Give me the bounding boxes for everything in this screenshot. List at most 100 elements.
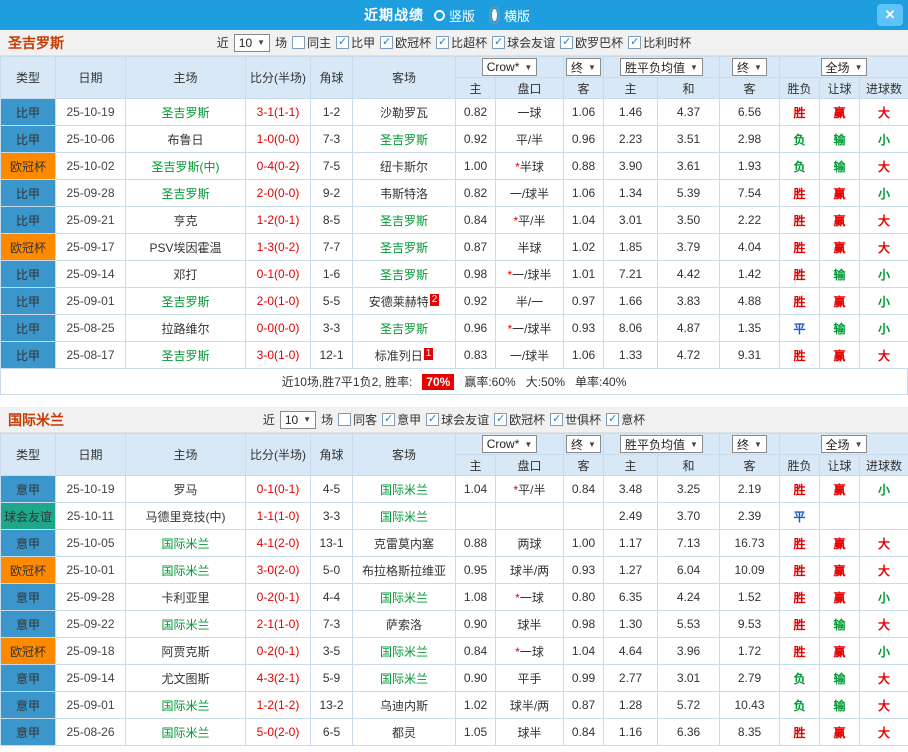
- section-2-header-select-3[interactable]: 终 ▼: [732, 435, 767, 453]
- away-team-cell: 克雷莫内塞: [352, 529, 456, 557]
- avg-draw-cell: 3.25: [657, 475, 720, 503]
- section-1-header-select-4[interactable]: 全场 ▼: [820, 58, 868, 76]
- section-2-filter-checkbox-0[interactable]: 同客: [338, 411, 377, 428]
- section-1-filter-checkbox-5[interactable]: ✓ 欧罗巴杯: [560, 34, 623, 51]
- avg-win-cell: 1.30: [603, 610, 658, 638]
- away-team-cell-name: 韦斯特洛: [379, 186, 428, 201]
- away-team-cell: 沙勒罗瓦: [352, 98, 456, 126]
- home-odds-cell: 0.90: [455, 610, 496, 638]
- section-1-sub-header-5: 客: [719, 77, 780, 99]
- avg-lose-cell: 2.98: [719, 125, 780, 153]
- section-2-header-bar: 国际米兰近 10 ▼ 场同客 ✓ 意甲 ✓ 球会友谊 ✓ 欧冠杯 ✓ 世俱杯 ✓ 意杯: [0, 407, 908, 433]
- section-2-filter-checkbox-3[interactable]: ✓ 欧冠杯: [494, 411, 545, 428]
- away-odds-cell: 0.96: [563, 125, 604, 153]
- section-2-filter-checkbox-4[interactable]: ✓ 世俱杯: [550, 411, 601, 428]
- table-row: 欧冠杯 25-10-01 国际米兰 3-0(2-0) 5-0 布拉格斯拉维亚 0.95 球半/…: [0, 556, 908, 584]
- section-1-filter-checkbox-1[interactable]: ✓ 比甲: [336, 34, 375, 51]
- home-odds-cell: 0.87: [455, 233, 496, 261]
- handicap-text: 一球: [519, 590, 544, 605]
- section-1-header-select-2[interactable]: 胜平负均值 ▼: [620, 58, 703, 76]
- score-cell: 0-2(0-1): [245, 637, 311, 665]
- handicap-cell: 平手: [495, 664, 564, 692]
- goals-result-cell: 小: [858, 637, 908, 665]
- avg-lose-cell: 6.56: [719, 98, 780, 126]
- section-2-header-select-1-chevron-down-icon: ▼: [588, 439, 596, 449]
- avg-win-cell: 1.33: [603, 341, 658, 369]
- corner-cell: 5-9: [310, 664, 353, 692]
- close-button[interactable]: ✕: [877, 4, 903, 26]
- radio-vertical[interactable]: 竖版: [433, 6, 475, 25]
- section-1-filter-checkbox-2[interactable]: ✓ 欧冠杯: [380, 34, 431, 51]
- section-2-filter-checkbox-0-checkbox-icon: [338, 413, 352, 426]
- table-row: 球会友谊 25-10-11 马德里竞技(中) 1-1(1-0) 3-3 国际米兰 2.49 3…: [0, 502, 908, 530]
- corner-cell: 7-3: [310, 125, 353, 153]
- avg-win-cell: 1.85: [603, 233, 658, 261]
- avg-lose-cell: 2.39: [719, 502, 780, 530]
- radio-horizontal-label: 横版: [504, 8, 531, 24]
- avg-draw-cell: 7.13: [657, 529, 720, 557]
- avg-draw-cell: 3.01: [657, 664, 720, 692]
- section-1-filter-checkbox-0[interactable]: 同主: [292, 34, 331, 51]
- table-row: 欧冠杯 25-10-02 圣吉罗斯(中) 0-4(0-2) 7-5 纽卡斯尔 1.00 *半球…: [0, 152, 908, 180]
- away-odds-cell: 0.99: [563, 664, 604, 692]
- section-1-header-bar: 圣吉罗斯近 10 ▼ 场同主 ✓ 比甲 ✓ 欧冠杯 ✓ 比超杯 ✓ 球会友谊 ✓ 欧罗巴杯 ✓ 比利时杯: [0, 30, 908, 56]
- handicap-cell: *平/半: [495, 206, 564, 234]
- away-team-cell-name: 国际米兰: [379, 509, 428, 524]
- home-team-cell: 圣吉罗斯: [125, 98, 246, 126]
- section-1-header-select-3[interactable]: 终 ▼: [732, 58, 767, 76]
- away-odds-cell: 1.04: [563, 637, 604, 665]
- section-2-header-select-1[interactable]: 终 ▼: [566, 435, 601, 453]
- section-1-filter-checkbox-3[interactable]: ✓ 比超杯: [436, 34, 487, 51]
- home-team-cell: PSV埃因霍温: [125, 233, 246, 261]
- section-2-select-header-3: 终 ▼: [719, 433, 780, 455]
- section-1-count-select[interactable]: 10 ▼: [233, 33, 271, 52]
- section-1-sub-header-2: 客: [563, 77, 604, 99]
- corner-cell: 13-1: [310, 529, 353, 557]
- section-2-col-header-2: 主场: [125, 433, 246, 476]
- section-1-header-select-1[interactable]: 终 ▼: [566, 58, 601, 76]
- section-2-filter-checkbox-1[interactable]: ✓ 意甲: [382, 411, 421, 428]
- handicap-result-cell: 赢: [819, 556, 860, 584]
- section-1-col-header-2: 主场: [125, 56, 246, 99]
- handicap-result-cell: 输: [819, 314, 860, 342]
- result-cell: 胜: [779, 637, 820, 665]
- section-1-sub-header-1: 盘口: [495, 77, 564, 99]
- section-1-sub-header-3: 主: [603, 77, 658, 99]
- home-team-cell-name: 国际米兰: [161, 617, 210, 632]
- away-team-cell: 国际米兰: [352, 502, 456, 530]
- section-1-header-select-0[interactable]: Crow* ▼: [481, 58, 538, 76]
- section-2-count-select[interactable]: 10 ▼: [279, 410, 317, 429]
- section-1-filter-checkbox-4[interactable]: ✓ 球会友谊: [492, 34, 555, 51]
- avg-draw-cell: 6.04: [657, 556, 720, 584]
- section-1-filter-checkbox-6[interactable]: ✓ 比利时杯: [628, 34, 691, 51]
- league-type-cell: 比甲: [0, 314, 56, 342]
- section-2-header-select-0[interactable]: Crow* ▼: [481, 435, 538, 453]
- corner-cell: 13-2: [310, 691, 353, 719]
- section-2-header-select-2[interactable]: 胜平负均值 ▼: [620, 435, 703, 453]
- away-team-cell: 国际米兰: [352, 475, 456, 503]
- avg-lose-cell: 1.42: [719, 260, 780, 288]
- avg-draw-cell: 3.61: [657, 152, 720, 180]
- result-cell: 负: [779, 125, 820, 153]
- handicap-result-cell: 赢: [819, 529, 860, 557]
- goals-result-cell: 小: [858, 287, 908, 315]
- avg-lose-cell: 10.43: [719, 691, 780, 719]
- radio-horizontal[interactable]: 横版: [489, 6, 530, 25]
- section-1-filter-checkbox-0-label: 同主: [307, 36, 332, 50]
- goals-result-cell: 小: [858, 125, 908, 153]
- home-team-cell-name: 邓打: [173, 267, 198, 282]
- home-team-cell-name: 亨克: [173, 213, 198, 228]
- section-2-header-select-4[interactable]: 全场 ▼: [820, 435, 868, 453]
- date-cell: 25-10-05: [55, 529, 126, 557]
- section-2-filter-checkbox-3-label: 欧冠杯: [509, 413, 546, 427]
- section-2-select-header-1: 终 ▼: [563, 433, 604, 455]
- section-2-filter-checkbox-2[interactable]: ✓ 球会友谊: [426, 411, 489, 428]
- away-team-cell-name: 克雷莫内塞: [373, 536, 434, 551]
- home-team-cell: 国际米兰: [125, 691, 246, 719]
- home-team-cell: 亨克: [125, 206, 246, 234]
- section-1-select-header-0: Crow* ▼: [455, 56, 564, 78]
- section-2-filter-checkbox-5[interactable]: ✓ 意杯: [606, 411, 645, 428]
- result-cell: 平: [779, 502, 820, 530]
- section-1-filter-checkbox-4-checkbox-icon: ✓: [492, 36, 506, 49]
- score-cell: 0-4(0-2): [245, 152, 311, 180]
